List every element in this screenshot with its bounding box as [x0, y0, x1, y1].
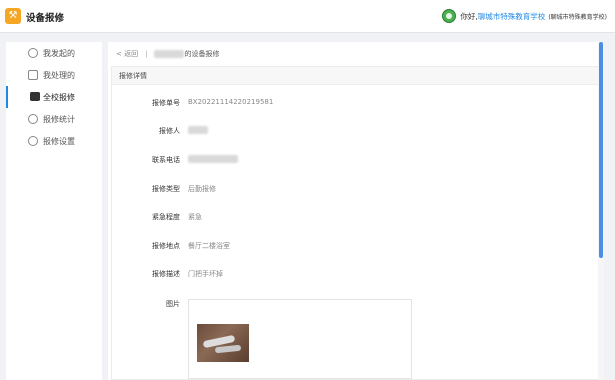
- field-label-location: 报修地点: [152, 242, 180, 250]
- app-title: 设备报修: [26, 13, 65, 24]
- breadcrumb-current: 的设备报修: [184, 50, 220, 58]
- settings-icon: [28, 136, 38, 146]
- warning-triangle-icon: [30, 92, 40, 101]
- school-name-secondary: (聊城市特殊教育学校): [548, 13, 607, 21]
- field-value-phone: [188, 155, 238, 165]
- main-content: < 返回 | 的设备报修 报修详情 报修单号 BX202211142202195…: [108, 42, 604, 380]
- greeting-text: 你好,: [460, 11, 478, 21]
- scrollbar-track[interactable]: [598, 42, 604, 380]
- field-label-phone: 联系电话: [152, 156, 180, 164]
- sidebar-item-label: 我发起的: [43, 48, 75, 58]
- sidebar-item-my-initiated[interactable]: 我发起的: [6, 42, 102, 64]
- sidebar: 我发起的 我处理的 全校报修 报修统计 报修设置: [6, 42, 102, 380]
- field-label-repair-type: 报修类型: [152, 185, 180, 193]
- scrollbar-thumb[interactable]: [599, 42, 603, 258]
- field-label-image: 图片: [166, 300, 180, 308]
- image-container: [188, 299, 412, 379]
- sidebar-item-repair-settings[interactable]: 报修设置: [6, 130, 102, 152]
- field-label-description: 报修描述: [152, 270, 180, 278]
- detail-card: 报修详情 报修单号 BX20221114220219581 报修人 联系电话 报…: [111, 66, 601, 380]
- field-label-order-no: 报修单号: [152, 99, 180, 107]
- sidebar-item-repair-stats[interactable]: 报修统计: [6, 108, 102, 130]
- field-value-order-no: BX20221114220219581: [188, 98, 274, 106]
- field-value-urgency: 紧急: [188, 213, 202, 221]
- person-icon: [28, 48, 38, 58]
- sidebar-item-label: 我处理的: [43, 70, 75, 80]
- sidebar-item-school-repairs[interactable]: 全校报修: [6, 86, 102, 108]
- sidebar-item-label: 报修设置: [43, 136, 75, 146]
- clipboard-icon: [28, 70, 38, 80]
- field-value-description: 门把手坏掉: [188, 270, 223, 278]
- user-area: 你好, 聊城市特殊教育学校 (聊城市特殊教育学校): [442, 8, 607, 24]
- school-name-link[interactable]: 聊城市特殊教育学校: [478, 11, 546, 22]
- sidebar-item-label: 报修统计: [43, 114, 75, 124]
- redacted-name: [154, 50, 185, 58]
- field-value-repair-type: 后勤报修: [188, 185, 216, 193]
- top-header: ⚒ 设备报修 你好, 聊城市特殊教育学校 (聊城市特殊教育学校): [0, 0, 615, 33]
- field-label-urgency: 紧急程度: [152, 213, 180, 221]
- breadcrumb-separator: |: [145, 50, 148, 58]
- chart-icon: [28, 114, 38, 124]
- wrench-hammer-icon: ⚒: [5, 8, 21, 24]
- field-value-reporter: [188, 126, 208, 136]
- back-link[interactable]: < 返回: [116, 49, 138, 59]
- field-value-location: 餐厅二楼浴室: [188, 242, 230, 250]
- repair-photo[interactable]: [197, 324, 249, 362]
- field-label-reporter: 报修人: [159, 127, 180, 135]
- sidebar-item-my-handled[interactable]: 我处理的: [6, 64, 102, 86]
- detail-card-title: 报修详情: [112, 67, 600, 85]
- sidebar-item-label: 全校报修: [43, 92, 75, 102]
- school-logo-icon: [442, 9, 457, 23]
- breadcrumb: < 返回 | 的设备报修: [116, 49, 219, 59]
